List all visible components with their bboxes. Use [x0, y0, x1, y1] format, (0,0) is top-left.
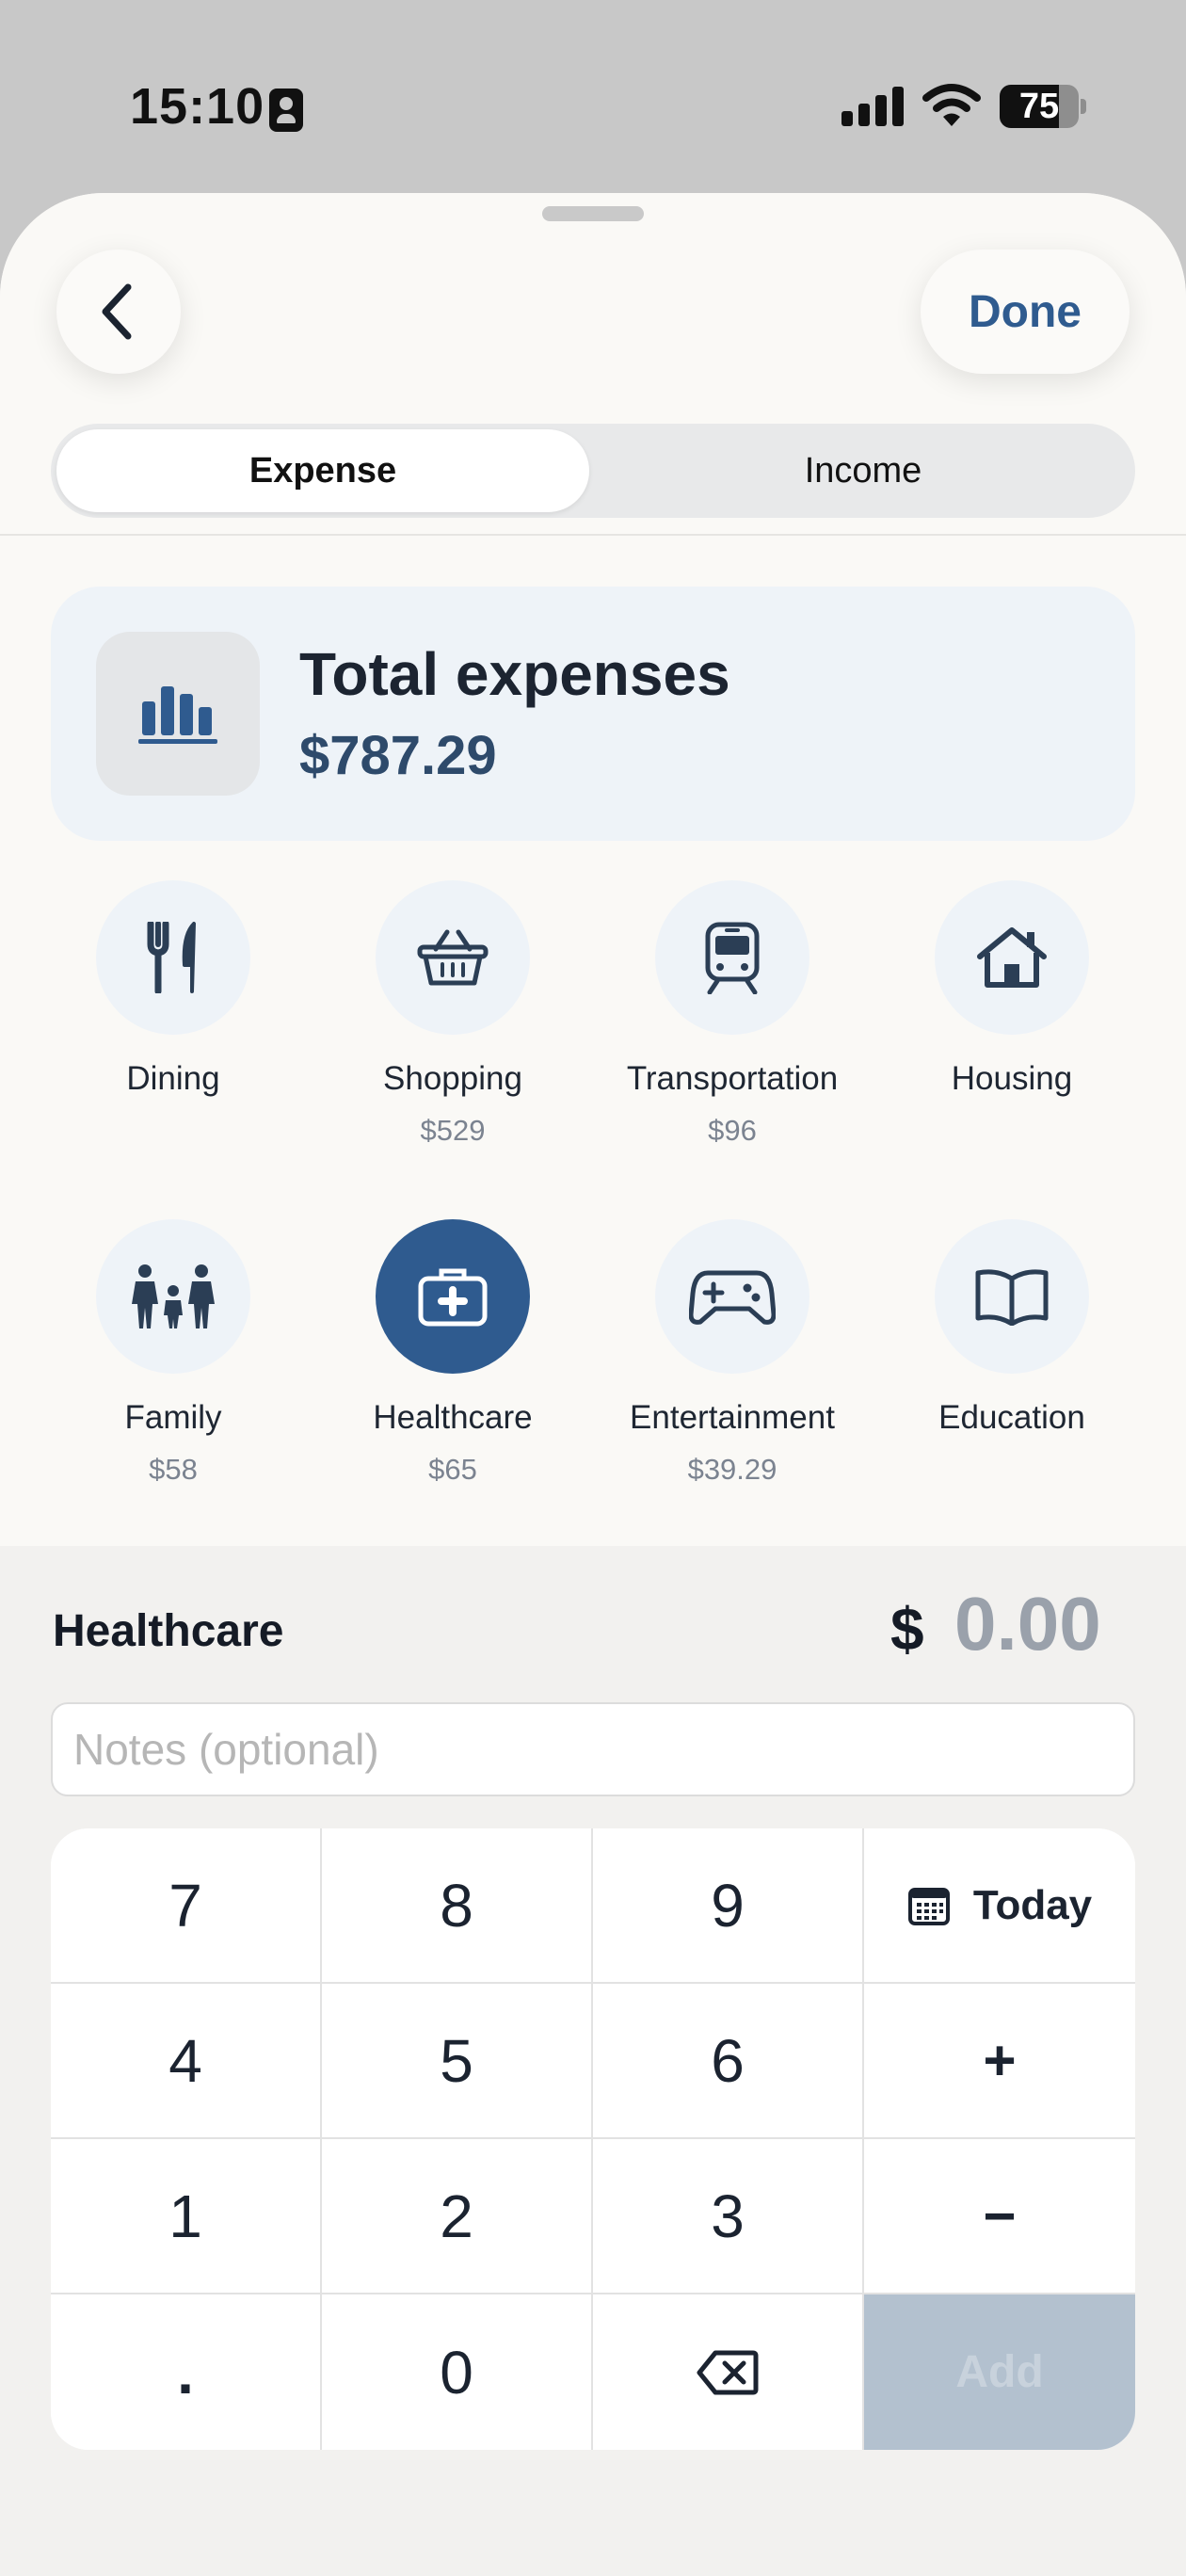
category-label: Housing — [951, 1060, 1073, 1097]
key-5[interactable]: 5 — [322, 1984, 593, 2139]
key-0[interactable]: 0 — [322, 2294, 593, 2450]
type-segmented-control: Expense Income — [51, 424, 1135, 518]
minus-key[interactable]: − — [864, 2139, 1135, 2294]
currency-symbol: $ — [890, 1595, 924, 1663]
category-amount — [871, 1451, 1153, 1489]
add-transaction-sheet: Done Expense Income Total expenses $787.… — [0, 193, 1186, 2576]
signal-icon — [841, 87, 904, 126]
category-label: Transportation — [626, 1060, 839, 1097]
bar-chart-icon — [96, 632, 260, 796]
backspace-icon — [697, 2350, 759, 2394]
done-button[interactable]: Done — [921, 250, 1130, 374]
category-family[interactable]: Family $58 — [32, 1219, 314, 1489]
status-bar: 15:10 75 — [0, 0, 1186, 198]
category-entertainment[interactable]: Entertainment $39.29 — [591, 1219, 873, 1489]
decimal-key[interactable]: . — [51, 2294, 322, 2450]
key-6[interactable]: 6 — [593, 1984, 864, 2139]
category-label: Family — [124, 1399, 222, 1436]
number-keypad: 7 8 9 Today 4 5 6 + 1 2 3 − . 0 Add — [51, 1828, 1135, 2450]
category-amount — [871, 1112, 1153, 1150]
basket-icon — [417, 929, 489, 986]
category-shopping[interactable]: Shopping $529 — [312, 880, 594, 1150]
category-amount — [32, 1112, 314, 1150]
id-card-icon — [269, 89, 303, 132]
category-dining[interactable]: Dining — [32, 880, 314, 1150]
key-9[interactable]: 9 — [593, 1828, 864, 1984]
category-amount: $58 — [149, 1453, 198, 1486]
key-4[interactable]: 4 — [51, 1984, 322, 2139]
key-7[interactable]: 7 — [51, 1828, 322, 1984]
total-title: Total expenses — [299, 640, 730, 708]
category-label: Dining — [126, 1060, 220, 1097]
category-label: Healthcare — [373, 1399, 533, 1436]
add-button[interactable]: Add — [864, 2294, 1135, 2450]
calendar-icon — [907, 1887, 950, 1925]
divider — [0, 534, 1186, 536]
category-transportation[interactable]: Transportation $96 — [591, 880, 873, 1150]
book-icon — [975, 1269, 1049, 1326]
fork-knife-icon — [147, 922, 196, 993]
today-label: Today — [972, 1881, 1093, 1928]
wifi-icon — [922, 84, 981, 126]
category-amount: $96 — [708, 1114, 757, 1147]
key-3[interactable]: 3 — [593, 2139, 864, 2294]
battery-level: 75 — [1018, 87, 1060, 126]
battery-icon: 75 — [1000, 85, 1086, 128]
back-button[interactable] — [56, 250, 181, 374]
category-label: Entertainment — [630, 1399, 835, 1436]
total-amount: $787.29 — [299, 725, 497, 786]
key-8[interactable]: 8 — [322, 1828, 593, 1984]
category-education[interactable]: Education — [871, 1219, 1153, 1489]
tab-income[interactable]: Income — [597, 429, 1130, 512]
today-button[interactable]: Today — [864, 1828, 1135, 1984]
family-icon — [132, 1264, 215, 1328]
category-label: Education — [938, 1399, 1085, 1436]
tab-expense[interactable]: Expense — [56, 429, 589, 512]
category-amount: $65 — [428, 1453, 477, 1486]
total-expenses-card[interactable]: Total expenses $787.29 — [51, 587, 1135, 841]
medical-kit-icon — [418, 1268, 488, 1327]
plus-key[interactable]: + — [864, 1984, 1135, 2139]
category-label: Shopping — [383, 1060, 522, 1097]
house-icon — [977, 927, 1047, 988]
category-housing[interactable]: Housing — [871, 880, 1153, 1150]
category-amount: $39.29 — [687, 1453, 777, 1486]
key-2[interactable]: 2 — [322, 2139, 593, 2294]
amount-display: 0.00 — [954, 1582, 1101, 1666]
status-time: 15:10 — [130, 78, 265, 135]
backspace-key[interactable] — [593, 2294, 864, 2450]
category-healthcare[interactable]: Healthcare $65 — [312, 1219, 594, 1489]
train-icon — [705, 922, 760, 994]
sheet-grabber[interactable] — [542, 206, 644, 221]
key-1[interactable]: 1 — [51, 2139, 322, 2294]
gamepad-icon — [689, 1270, 776, 1325]
category-amount: $529 — [420, 1114, 486, 1147]
chevron-left-icon — [102, 283, 132, 340]
notes-input[interactable] — [51, 1702, 1135, 1796]
selected-category-label: Healthcare — [53, 1606, 284, 1656]
